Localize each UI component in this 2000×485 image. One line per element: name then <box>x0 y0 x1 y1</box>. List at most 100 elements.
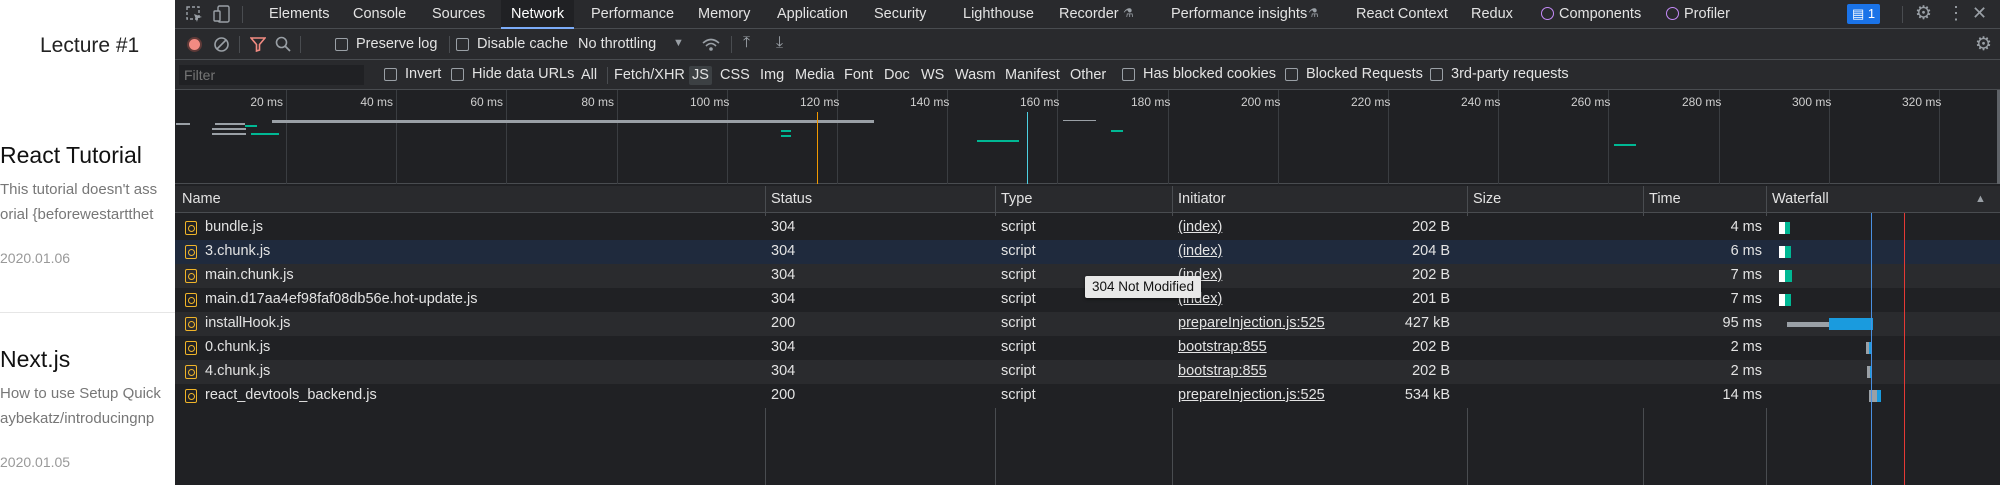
type-filter-fetch-xhr[interactable]: Fetch/XHR <box>614 66 685 85</box>
tab-components[interactable]: Components <box>1559 0 1641 29</box>
tab-redux[interactable]: Redux <box>1471 0 1513 29</box>
request-name: 3.chunk.js <box>205 243 271 259</box>
request-type: script <box>1001 363 1036 379</box>
table-row[interactable]: 4.chunk.js 304 script bootstrap:855 202 … <box>175 360 2000 384</box>
type-filter-css[interactable]: CSS <box>720 66 750 85</box>
column-time[interactable]: Time <box>1649 191 1681 207</box>
timeline-bar <box>781 130 791 132</box>
settings-gear-icon[interactable]: ⚙ <box>1915 2 1932 25</box>
type-filter-js[interactable]: JS <box>689 66 712 85</box>
type-filter-doc[interactable]: Doc <box>884 66 910 85</box>
tab-recorder[interactable]: Recorder <box>1059 0 1119 29</box>
type-filter-img[interactable]: Img <box>760 66 784 85</box>
tab-security[interactable]: Security <box>874 0 926 29</box>
post-desc-line-2: aybekatz/introducingnp <box>0 410 155 427</box>
request-size: 202 B <box>1412 339 1450 355</box>
table-row[interactable]: react_devtools_backend.js 200 script pre… <box>175 384 2000 408</box>
request-status: 304 <box>771 243 796 259</box>
tab-elements[interactable]: Elements <box>269 0 329 29</box>
invert-label: Invert <box>405 66 442 82</box>
type-filter-font[interactable]: Font <box>844 66 873 85</box>
timeline-tick-label: 220 ms <box>1351 95 1391 109</box>
tab-application[interactable]: Application <box>777 0 848 29</box>
record-icon[interactable] <box>187 37 202 52</box>
table-row[interactable]: bundle.js 304 script (index) 202 B 4 ms <box>175 216 2000 240</box>
inspect-element-icon[interactable] <box>186 6 203 23</box>
network-conditions-icon[interactable] <box>701 36 721 53</box>
request-initiator-link[interactable]: bootstrap:855 <box>1178 339 1267 355</box>
timeline-bar <box>977 140 1019 142</box>
post-title-react[interactable]: React Tutorial <box>0 142 142 169</box>
type-filter-manifest[interactable]: Manifest <box>1005 66 1060 85</box>
import-har-icon[interactable]: ⤒ <box>743 34 750 52</box>
disable-cache-checkbox[interactable] <box>456 38 469 51</box>
type-filter-other[interactable]: Other <box>1070 66 1106 85</box>
timeline-gridline <box>506 90 507 184</box>
issues-badge[interactable]: ▤ 1 <box>1847 4 1881 24</box>
filter-icon[interactable] <box>250 37 266 52</box>
timeline-overview[interactable]: 20 ms 40 ms 60 ms 80 ms 100 ms 120 ms 140 ms 16… <box>175 90 2000 184</box>
requests-table-header: Name Status Type Initiator Size Time Wat… <box>175 186 2000 213</box>
post-title-nextjs[interactable]: Next.js <box>0 346 70 373</box>
tab-react-context[interactable]: React Context <box>1356 0 1448 29</box>
tab-network[interactable]: Network <box>501 0 575 29</box>
column-type[interactable]: Type <box>1001 191 1032 207</box>
column-waterfall[interactable]: Waterfall <box>1772 191 1829 207</box>
timeline-gridline <box>286 90 287 184</box>
waterfall-download-bar <box>1829 318 1873 330</box>
waterfall-waiting-bar <box>1785 270 1792 282</box>
timeline-tick-label: 320 ms <box>1902 95 1942 109</box>
type-filter-all[interactable]: All <box>581 66 597 85</box>
hide-data-urls-checkbox[interactable] <box>451 68 464 81</box>
timeline-tick-label: 140 ms <box>910 95 950 109</box>
clear-icon[interactable] <box>213 36 230 53</box>
table-row[interactable]: 0.chunk.js 304 script bootstrap:855 202 … <box>175 336 2000 360</box>
blocked-requests-checkbox[interactable] <box>1285 68 1298 81</box>
request-initiator-link[interactable]: prepareInjection.js:525 <box>1178 387 1325 403</box>
column-name[interactable]: Name <box>182 191 221 207</box>
column-size[interactable]: Size <box>1473 191 1501 207</box>
request-initiator-link[interactable]: bootstrap:855 <box>1178 363 1267 379</box>
tab-console[interactable]: Console <box>353 0 406 29</box>
third-party-requests-checkbox[interactable] <box>1430 68 1443 81</box>
filter-input[interactable] <box>179 65 364 85</box>
divider <box>607 67 608 84</box>
request-name: main.d17aa4ef98faf08db56e.hot-update.js <box>205 291 478 307</box>
request-initiator-link[interactable]: (index) <box>1178 243 1222 259</box>
tab-performance[interactable]: Performance <box>591 0 674 29</box>
tab-sources[interactable]: Sources <box>432 0 485 29</box>
preserve-log-checkbox[interactable] <box>335 38 348 51</box>
timeline-tick-label: 160 ms <box>1020 95 1060 109</box>
type-filter-ws[interactable]: WS <box>921 66 944 85</box>
sort-ascending-icon[interactable]: ▲ <box>1975 193 1986 205</box>
export-har-icon[interactable]: ⤓ <box>776 34 783 52</box>
more-options-icon[interactable]: ⋮ <box>1947 3 1965 24</box>
request-initiator-link[interactable]: prepareInjection.js:525 <box>1178 315 1325 331</box>
tab-profiler[interactable]: Profiler <box>1684 0 1730 29</box>
lecture-heading: Lecture #1 <box>40 34 140 57</box>
throttling-select[interactable]: No throttling <box>578 36 656 52</box>
search-icon[interactable] <box>275 36 291 52</box>
has-blocked-cookies-checkbox[interactable] <box>1122 68 1135 81</box>
request-status: 304 <box>771 291 796 307</box>
invert-checkbox[interactable] <box>384 68 397 81</box>
script-file-icon <box>185 221 197 235</box>
tab-lighthouse[interactable]: Lighthouse <box>963 0 1034 29</box>
device-toolbar-icon[interactable] <box>213 5 231 23</box>
tab-memory[interactable]: Memory <box>698 0 750 29</box>
network-settings-gear-icon[interactable]: ⚙ <box>1975 33 1992 56</box>
type-filter-wasm[interactable]: Wasm <box>955 66 996 85</box>
column-initiator[interactable]: Initiator <box>1178 191 1226 207</box>
column-status[interactable]: Status <box>771 191 812 207</box>
tab-performance-insights[interactable]: Performance insights <box>1171 0 1307 29</box>
request-initiator-link[interactable]: (index) <box>1178 219 1222 235</box>
close-icon[interactable]: ✕ <box>1972 3 1987 24</box>
request-name: installHook.js <box>205 315 291 331</box>
waterfall-load-line <box>1904 213 1905 485</box>
table-row[interactable]: 3.chunk.js 304 script (index) 204 B 6 ms <box>175 240 2000 264</box>
waterfall-waiting-bar <box>1785 294 1791 306</box>
table-row[interactable]: installHook.js 200 script prepareInjecti… <box>175 312 2000 336</box>
divider <box>300 36 301 53</box>
timeline-bar <box>212 133 246 135</box>
type-filter-media[interactable]: Media <box>795 66 835 85</box>
